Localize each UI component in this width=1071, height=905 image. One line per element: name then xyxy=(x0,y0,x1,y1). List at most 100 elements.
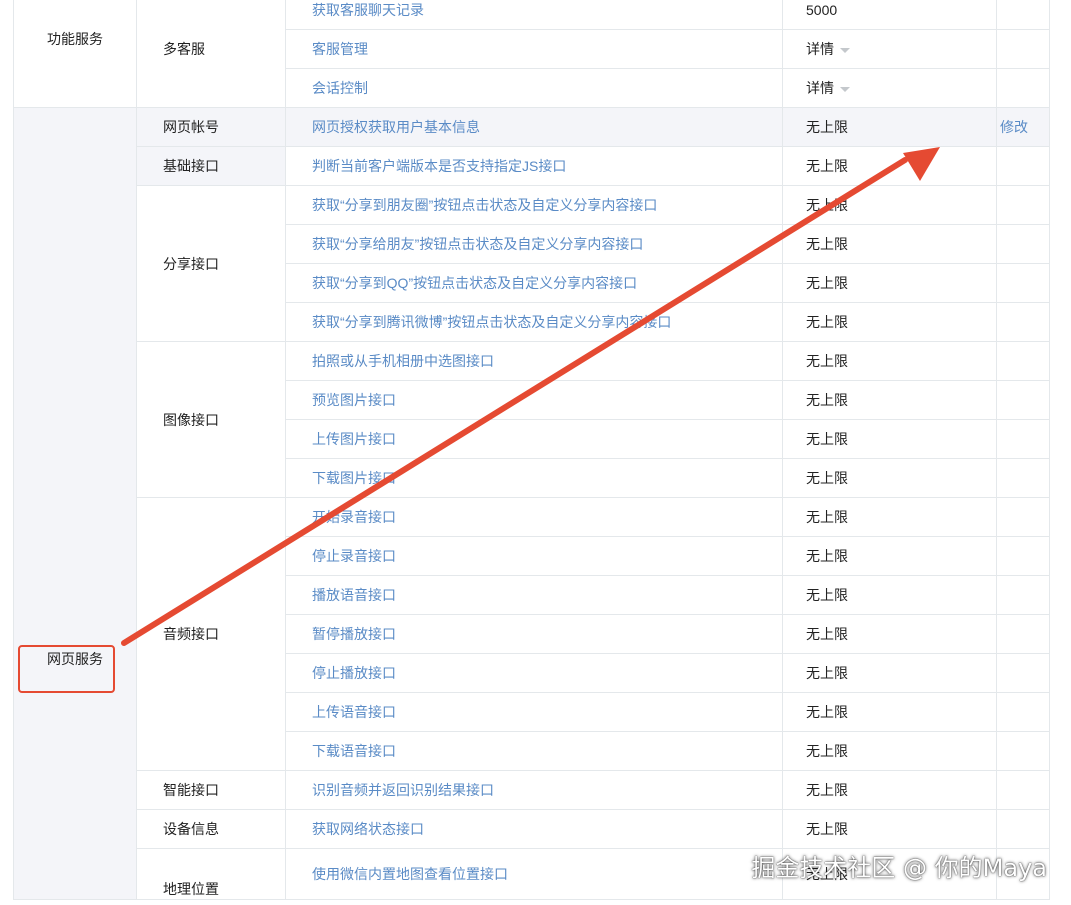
api-link[interactable]: 获取“分享到QQ”按钮点击状态及自定义分享内容接口 xyxy=(312,275,637,291)
subgroup-cell-customer-service: 多客服 xyxy=(136,0,286,108)
quota-value: 无上限 xyxy=(806,275,848,291)
action-cell xyxy=(996,770,1050,810)
action-cell xyxy=(996,419,1050,459)
action-cell xyxy=(996,380,1050,420)
table-row: 基础接口 判断当前客户端版本是否支持指定JS接口 无上限 xyxy=(14,146,1050,186)
subgroup-cell-audio-api: 音频接口 xyxy=(136,497,286,771)
subgroup-label: 多客服 xyxy=(163,41,205,57)
details-dropdown[interactable]: 详情 xyxy=(806,41,850,57)
table-row: 网页服务 网页帐号 网页授权获取用户基本信息 无上限 修改 xyxy=(13,107,1050,900)
api-link[interactable]: 获取客服聊天记录 xyxy=(312,2,424,18)
action-cell xyxy=(996,341,1050,381)
group-cell-feature-service: 功能服务 xyxy=(13,0,137,108)
details-label: 详情 xyxy=(806,80,834,96)
api-link[interactable]: 上传语音接口 xyxy=(312,704,396,720)
highlight-box xyxy=(18,645,115,693)
table-row: 功能服务 多客服 获取客服聊天记录 5000 xyxy=(13,0,1050,108)
group-cell-web-service: 网页服务 xyxy=(13,107,137,900)
subgroup-cell-image-api: 图像接口 xyxy=(136,341,286,498)
table-row: 设备信息 获取网络状态接口 无上限 xyxy=(14,809,1050,849)
quota-value: 无上限 xyxy=(806,743,848,759)
group-label: 功能服务 xyxy=(47,31,103,47)
quota-value: 无上限 xyxy=(806,782,848,798)
subgroup-label: 音频接口 xyxy=(163,626,219,642)
quota-value: 5000 xyxy=(806,2,838,18)
action-cell xyxy=(996,146,1050,186)
api-link[interactable]: 暂停播放接口 xyxy=(312,626,396,642)
subgroup-cell-share-api: 分享接口 xyxy=(136,185,286,342)
subgroup-cell-basic-api: 基础接口 xyxy=(136,146,286,186)
action-cell xyxy=(996,536,1050,576)
api-link[interactable]: 获取“分享给朋友”按钮点击状态及自定义分享内容接口 xyxy=(312,236,643,252)
quota-value: 无上限 xyxy=(806,431,848,447)
action-cell xyxy=(996,692,1050,732)
api-link[interactable]: 客服管理 xyxy=(312,41,368,57)
quota-value: 无上限 xyxy=(806,119,848,135)
api-link[interactable]: 获取“分享到腾讯微博”按钮点击状态及自定义分享内容接口 xyxy=(312,314,671,330)
modify-link[interactable]: 修改 xyxy=(1000,119,1028,135)
api-link[interactable]: 网页授权获取用户基本信息 xyxy=(312,119,480,135)
quota-value: 无上限 xyxy=(806,236,848,252)
action-cell xyxy=(996,185,1050,225)
action-cell xyxy=(996,575,1050,615)
api-link[interactable]: 上传图片接口 xyxy=(312,431,396,447)
subgroup-label: 网页帐号 xyxy=(163,119,219,135)
api-link[interactable]: 停止录音接口 xyxy=(312,548,396,564)
quota-value: 无上限 xyxy=(806,626,848,642)
quota-value: 无上限 xyxy=(806,353,848,369)
api-link[interactable]: 识别音频并返回识别结果接口 xyxy=(312,782,494,798)
quota-value: 无上限 xyxy=(806,392,848,408)
action-cell xyxy=(996,29,1050,69)
api-link[interactable]: 使用微信内置地图查看位置接口 xyxy=(312,866,508,882)
api-link[interactable]: 预览图片接口 xyxy=(312,392,396,408)
quota-value: 无上限 xyxy=(806,704,848,720)
api-permissions-table: 功能服务 多客服 获取客服聊天记录 5000 客服管理 详情 会话控制 详情 网… xyxy=(13,0,1050,900)
action-cell xyxy=(996,497,1050,537)
api-link[interactable]: 判断当前客户端版本是否支持指定JS接口 xyxy=(312,158,566,174)
quota-value: 无上限 xyxy=(806,197,848,213)
subgroup-label: 基础接口 xyxy=(163,158,219,174)
api-link[interactable]: 拍照或从手机相册中选图接口 xyxy=(312,353,494,369)
quota-value: 无上限 xyxy=(806,158,848,174)
subgroup-cell-smart-api: 智能接口 xyxy=(136,770,286,810)
quota-value: 无上限 xyxy=(806,509,848,525)
table-row: 图像接口 拍照或从手机相册中选图接口 无上限 xyxy=(14,341,1050,498)
watermark: 掘金技术社区 @ 你的Maya xyxy=(751,854,1047,882)
subgroup-label: 图像接口 xyxy=(163,411,219,428)
table-row: 智能接口 识别音频并返回识别结果接口 无上限 xyxy=(14,770,1050,810)
subgroup-label: 智能接口 xyxy=(163,782,219,798)
action-cell xyxy=(996,68,1050,108)
details-label: 详情 xyxy=(806,41,834,57)
api-link[interactable]: 下载语音接口 xyxy=(312,743,396,759)
action-cell xyxy=(996,302,1050,342)
api-link[interactable]: 下载图片接口 xyxy=(312,470,396,486)
subgroup-label: 地理位置 xyxy=(163,881,219,897)
action-cell xyxy=(996,731,1050,771)
quota-value: 无上限 xyxy=(806,314,848,330)
action-cell xyxy=(996,263,1050,303)
table-row: 分享接口 获取“分享到朋友圈”按钮点击状态及自定义分享内容接口 无上限 xyxy=(14,185,1050,342)
quota-value: 无上限 xyxy=(806,548,848,564)
api-link[interactable]: 获取“分享到朋友圈”按钮点击状态及自定义分享内容接口 xyxy=(312,197,657,213)
action-cell xyxy=(996,809,1050,849)
api-link[interactable]: 会话控制 xyxy=(312,80,368,96)
subgroup-cell-web-account: 网页帐号 xyxy=(136,107,286,147)
subgroup-label: 设备信息 xyxy=(163,821,219,837)
api-link[interactable]: 播放语音接口 xyxy=(312,587,396,603)
api-link[interactable]: 获取网络状态接口 xyxy=(312,821,424,837)
chevron-down-icon xyxy=(840,86,850,92)
subgroup-cell-device-info: 设备信息 xyxy=(136,809,286,849)
action-cell xyxy=(996,224,1050,264)
action-cell xyxy=(996,0,1050,30)
quota-value: 无上限 xyxy=(806,587,848,603)
table-row: 音频接口 开始录音接口 无上限 xyxy=(14,497,1050,771)
action-cell xyxy=(996,614,1050,654)
quota-value: 无上限 xyxy=(806,470,848,486)
api-link[interactable]: 停止播放接口 xyxy=(312,665,396,681)
quota-value: 无上限 xyxy=(806,665,848,681)
details-dropdown[interactable]: 详情 xyxy=(806,80,850,96)
action-cell xyxy=(996,458,1050,498)
api-link[interactable]: 开始录音接口 xyxy=(312,509,396,525)
quota-value: 无上限 xyxy=(806,821,848,837)
chevron-down-icon xyxy=(840,47,850,53)
